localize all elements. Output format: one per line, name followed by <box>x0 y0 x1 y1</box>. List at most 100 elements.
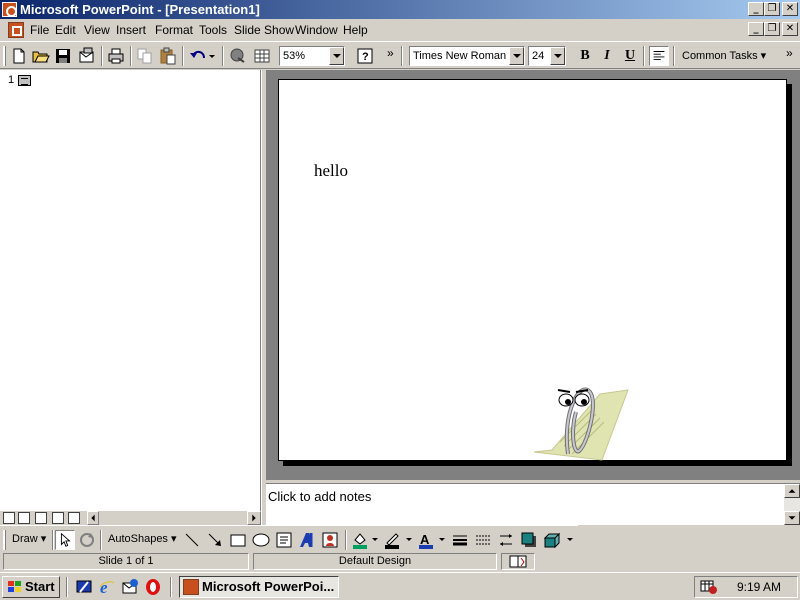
paste-icon[interactable] <box>158 46 178 66</box>
help-icon[interactable]: ? <box>355 46 375 66</box>
arrow-style-icon[interactable] <box>496 530 516 550</box>
draw-menu-button[interactable]: Draw ▾ <box>12 532 46 545</box>
outline-view-icon[interactable] <box>18 512 30 524</box>
slide-text[interactable]: hello <box>314 161 348 181</box>
spelling-book-icon[interactable] <box>508 555 528 568</box>
arrow-tool-icon[interactable] <box>205 530 225 550</box>
3d-icon[interactable] <box>542 530 562 550</box>
toolbar-overflow-chevron-2[interactable]: » <box>786 46 793 60</box>
line-color-icon[interactable] <box>382 530 402 550</box>
undo-icon[interactable] <box>188 46 208 66</box>
font-size-combo[interactable]: 24 <box>528 46 566 66</box>
shadow-icon[interactable] <box>519 530 539 550</box>
menu-help[interactable]: Help <box>343 23 368 37</box>
title-bar[interactable]: Microsoft PowerPoint - [Presentation1] _… <box>0 0 800 19</box>
powerpoint-app-icon[interactable] <box>2 2 17 17</box>
scroll-up-icon[interactable] <box>784 484 800 498</box>
show-desktop-icon[interactable] <box>75 578 93 596</box>
scroll-left-icon[interactable] <box>87 511 99 525</box>
slide-sorter-view-icon[interactable] <box>52 512 64 524</box>
menu-window[interactable]: Window <box>295 23 338 37</box>
notes-pane[interactable]: Click to add notes <box>266 483 800 525</box>
document-icon[interactable] <box>8 22 24 38</box>
outline-pane[interactable]: 1 <box>0 70 261 512</box>
underline-button[interactable]: U <box>620 46 640 66</box>
common-tasks-button[interactable]: Common Tasks ▾ <box>682 49 766 62</box>
free-rotate-icon[interactable] <box>77 530 97 550</box>
menu-view[interactable]: View <box>84 23 110 37</box>
undo-dropdown-icon[interactable] <box>206 46 218 66</box>
copy-icon[interactable] <box>135 46 155 66</box>
font-color-icon[interactable]: A <box>416 530 436 550</box>
scroll-right-icon[interactable] <box>247 511 261 525</box>
line-style-icon[interactable] <box>450 530 470 550</box>
open-folder-icon[interactable] <box>31 46 51 66</box>
office-assistant-clippy-icon[interactable] <box>530 372 630 464</box>
new-document-icon[interactable] <box>9 46 29 66</box>
fill-color-icon[interactable] <box>350 530 370 550</box>
normal-view-icon[interactable] <box>3 512 15 524</box>
zoom-dropdown-arrow[interactable] <box>329 47 344 65</box>
menu-tools[interactable]: Tools <box>199 23 227 37</box>
drawing-toolbar-grip[interactable] <box>3 530 6 550</box>
menu-slide-show[interactable]: Slide Show <box>234 23 294 37</box>
restore-button[interactable]: ❐ <box>764 2 780 16</box>
status-spelling-cell[interactable] <box>501 553 535 570</box>
insert-hyperlink-icon[interactable] <box>228 46 248 66</box>
autoshapes-menu-button[interactable]: AutoShapes ▾ <box>108 532 177 545</box>
close-button[interactable]: ✕ <box>782 2 798 16</box>
menu-insert[interactable]: Insert <box>116 23 146 37</box>
toolbar-separator <box>52 530 54 550</box>
outlook-express-icon[interactable] <box>121 578 139 596</box>
tray-scheduler-icon[interactable] <box>700 579 718 595</box>
fill-color-dropdown-icon[interactable] <box>372 538 378 541</box>
doc-restore-button[interactable]: ❐ <box>764 22 780 36</box>
slide-show-view-icon[interactable] <box>68 512 80 524</box>
dash-style-icon[interactable] <box>473 530 493 550</box>
outline-slide-number: 1 <box>8 74 15 86</box>
oval-tool-icon[interactable] <box>251 530 271 550</box>
insert-table-icon[interactable] <box>252 46 272 66</box>
zoom-combo[interactable]: 53% <box>279 46 345 66</box>
menu-format[interactable]: Format <box>155 23 193 37</box>
doc-close-button[interactable]: ✕ <box>782 22 798 36</box>
bold-button[interactable]: B <box>575 46 595 66</box>
save-icon[interactable] <box>53 46 73 66</box>
toolbar-separator <box>222 46 224 66</box>
email-icon[interactable] <box>77 46 97 66</box>
font-name-dropdown-arrow[interactable] <box>509 47 524 65</box>
slide-view-icon[interactable] <box>35 512 47 524</box>
taskbar-clock[interactable]: 9:19 AM <box>737 580 781 594</box>
select-objects-icon[interactable] <box>55 530 75 550</box>
notes-scrollbar[interactable] <box>784 484 800 525</box>
font-size-dropdown-arrow[interactable] <box>550 47 565 65</box>
font-color-dropdown-icon[interactable] <box>439 538 445 541</box>
taskbar-powerpoint-button[interactable]: Microsoft PowerPoi... <box>179 576 339 598</box>
font-name-combo[interactable]: Times New Roman <box>409 46 525 66</box>
doc-minimize-button[interactable]: _ <box>748 22 764 36</box>
internet-explorer-icon[interactable]: e <box>98 578 116 596</box>
wordart-icon[interactable] <box>297 530 317 550</box>
align-left-icon[interactable] <box>649 46 669 66</box>
start-button[interactable]: Start <box>2 576 60 598</box>
text-box-tool-icon[interactable] <box>274 530 294 550</box>
line-tool-icon[interactable] <box>182 530 202 550</box>
line-color-dropdown-icon[interactable] <box>406 538 412 541</box>
toolbar-overflow-chevron[interactable]: » <box>387 46 394 60</box>
rectangle-tool-icon[interactable] <box>228 530 248 550</box>
scroll-down-icon[interactable] <box>784 511 800 525</box>
3d-dropdown-icon[interactable] <box>567 538 573 541</box>
menu-edit[interactable]: Edit <box>55 23 76 37</box>
italic-button[interactable]: I <box>597 46 617 66</box>
system-tray: 9:19 AM <box>694 576 798 598</box>
minimize-button[interactable]: _ <box>748 2 764 16</box>
opera-icon[interactable] <box>144 578 162 596</box>
taskbar-separator <box>66 577 68 597</box>
insert-clip-art-icon[interactable] <box>320 530 340 550</box>
menu-file[interactable]: File <box>30 23 49 37</box>
notes-placeholder[interactable]: Click to add notes <box>268 489 371 504</box>
toolbar-grip[interactable] <box>3 46 6 66</box>
print-icon[interactable] <box>106 46 126 66</box>
slide-icon[interactable] <box>18 75 31 86</box>
taskbar-separator <box>170 577 172 597</box>
